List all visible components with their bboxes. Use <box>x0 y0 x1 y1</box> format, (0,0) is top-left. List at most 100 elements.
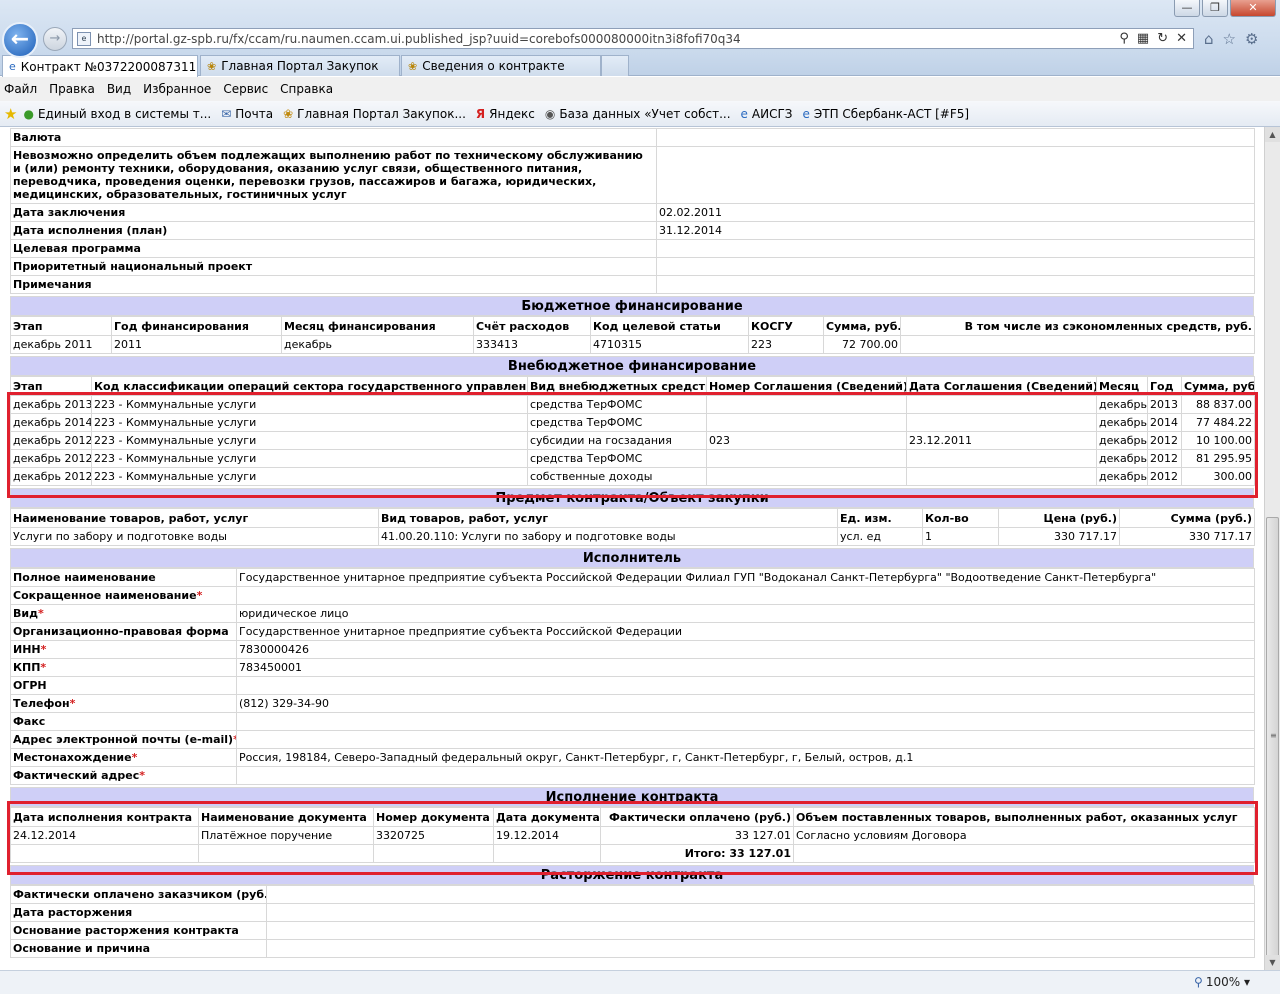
tab-label: Главная Портал Закупок <box>221 59 379 73</box>
home-icon[interactable]: ⌂ <box>1204 30 1214 48</box>
table-row: Местонахождение* Россия, 198184, Северо-З… <box>10 748 1255 767</box>
table-row: декабрь 2014 223 - Коммунальные услуги сре… <box>10 413 1255 432</box>
favorites-star-icon[interactable]: ☆ <box>1223 30 1236 48</box>
fav-item[interactable]: e ЭТП Сбербанк-АСТ [#F5] <box>802 107 969 121</box>
vertical-scrollbar[interactable]: ▲ ≡ ▼ <box>1264 127 1280 970</box>
emblem-icon: ❀ <box>207 59 217 73</box>
refresh-icon[interactable]: ↻ <box>1157 31 1168 46</box>
total-row: Итого: 33 127.01 <box>10 844 1255 863</box>
table-row: декабрь 2012 223 - Коммунальные услуги сре… <box>10 449 1255 468</box>
table-row: Телефон* (812) 329-34-90 <box>10 694 1255 713</box>
required-mark: * <box>69 697 76 710</box>
window-controls: — ❐ ✕ <box>1174 0 1276 17</box>
contract-details: Валюта Невозможно определить объем подле… <box>10 128 1255 958</box>
ie-icon: e <box>802 106 810 121</box>
status-bar: ⚲ 100% ▾ <box>0 970 1280 994</box>
zoom-icon: ⚲ <box>1194 975 1203 989</box>
scroll-up-icon[interactable]: ▲ <box>1265 127 1280 142</box>
required-mark: * <box>131 751 138 764</box>
section-title-budget: Бюджетное финансирование <box>10 296 1254 316</box>
tab-label: Контракт №0372200087311... <box>20 59 198 74</box>
table-row: декабрь 2013 223 - Коммунальные услуги сре… <box>10 395 1255 414</box>
tab-main-portal[interactable]: ❀ Главная Портал Закупок <box>200 55 400 76</box>
table-row: Целевая программа <box>10 239 1255 258</box>
menu-favorites[interactable]: Избранное <box>143 82 211 96</box>
tab-contract[interactable]: e Контракт №0372200087311... ✕ <box>2 55 198 77</box>
menu-help[interactable]: Справка <box>280 82 333 96</box>
url-text[interactable]: http://portal.gz-spb.ru/fx/ccam/ru.naume… <box>97 32 1119 46</box>
tab-contract-info[interactable]: ❀ Сведения о контракте <box>401 55 601 76</box>
executor-table: Полное наименование Государственное унита… <box>10 568 1255 785</box>
table-row: Примечания <box>10 275 1255 294</box>
fav-item[interactable]: e АИСГЗ <box>741 107 793 121</box>
navigation-bar: — ❐ ✕ ← → e http://portal.gz-spb.ru/fx/c… <box>0 0 1280 58</box>
section-title-extrabudget: Внебюджетное финансирование <box>10 356 1254 376</box>
table-row: Валюта <box>10 128 1255 147</box>
ie-icon: e <box>9 60 16 73</box>
menu-tools[interactable]: Сервис <box>223 82 268 96</box>
favorites-star-icon[interactable]: ★ <box>4 105 17 123</box>
total-value: Итого: 33 127.01 <box>600 844 794 863</box>
scroll-thumb[interactable]: ≡ <box>1266 517 1279 957</box>
required-mark: * <box>196 589 203 602</box>
required-mark: * <box>40 661 47 674</box>
emblem-icon: ❀ <box>408 59 418 73</box>
minimize-icon[interactable]: — <box>1174 0 1200 17</box>
page-icon: e <box>77 31 91 46</box>
fav-item[interactable]: ❀ Главная Портал Закупок... <box>283 107 466 121</box>
maximize-icon[interactable]: ❐ <box>1202 0 1228 17</box>
fav-item[interactable]: Я Яндекс <box>476 107 535 121</box>
table-header: Этап Код классификации операций сектора г… <box>10 376 1255 396</box>
stop-icon[interactable]: ✕ <box>1176 31 1187 46</box>
back-button[interactable]: ← <box>2 22 38 58</box>
compat-view-icon[interactable]: ▦ <box>1137 31 1149 46</box>
table-row: Основание и причина <box>10 939 1255 958</box>
table-row: Полное наименование Государственное унита… <box>10 568 1255 587</box>
fav-item[interactable]: ✉ Почта <box>221 107 273 121</box>
menu-file[interactable]: Файл <box>4 82 37 96</box>
section-title-subject: Предмет контракта/Объект закупки <box>10 488 1254 508</box>
gear-icon[interactable]: ⚙ <box>1245 30 1258 48</box>
table-header: Дата исполнения контракта Наименование до… <box>10 807 1255 827</box>
table-header: Наименование товаров, работ, услуг Вид то… <box>10 508 1255 528</box>
table-row: Дата расторжения <box>10 903 1255 922</box>
table-row: КПП* 783450001 <box>10 658 1255 677</box>
table-row: Дата исполнения (план) 31.12.2014 <box>10 221 1255 240</box>
table-row: Дата заключения 02.02.2011 <box>10 203 1255 222</box>
zoom-control[interactable]: ⚲ 100% ▾ <box>1194 975 1250 989</box>
tab-label: Сведения о контракте <box>422 59 565 73</box>
table-row: Организационно-правовая форма Государстве… <box>10 622 1255 641</box>
ie-icon: e <box>740 106 748 121</box>
fav-item[interactable]: ◉ База данных «Учет собст... <box>545 107 731 121</box>
forward-button[interactable]: → <box>43 27 67 51</box>
scroll-down-icon[interactable]: ▼ <box>1265 955 1280 970</box>
menu-edit[interactable]: Правка <box>49 82 95 96</box>
extrabudget-table: Этап Код классификации операций сектора г… <box>10 376 1255 486</box>
database-icon: ◉ <box>544 106 556 121</box>
table-row: декабрь 2012 223 - Коммунальные услуги соб… <box>10 467 1255 486</box>
table-header: Этап Год финансирования Месяц финансирован… <box>10 316 1255 336</box>
emblem-icon: ❀ <box>283 106 294 121</box>
browser-window: — ❐ ✕ ← → e http://portal.gz-spb.ru/fx/c… <box>0 0 1280 994</box>
grip-icon: ≡ <box>1270 731 1277 740</box>
table-row: Адрес электронной почты (e-mail)* <box>10 730 1255 749</box>
table-row: Факс <box>10 712 1255 731</box>
required-mark: * <box>40 643 47 656</box>
section-title-execution: Исполнение контракта <box>10 787 1254 807</box>
required-mark: * <box>139 769 146 782</box>
close-window-icon[interactable]: ✕ <box>1230 0 1276 17</box>
table-row: Основание расторжения контракта <box>10 921 1255 940</box>
favorites-bar: ★ ● Единый вход в системы т... ✉ Почта ❀ Гл… <box>0 101 1280 127</box>
section-title-executor: Исполнитель <box>10 548 1254 568</box>
address-bar[interactable]: e http://portal.gz-spb.ru/fx/ccam/ru.nau… <box>72 28 1194 49</box>
table-row: Приоритетный национальный проект <box>10 257 1255 276</box>
menu-bar: Файл Правка Вид Избранное Сервис Справка <box>0 77 1280 101</box>
browser-tools: ⌂ ☆ ⚙ <box>1204 30 1258 48</box>
search-icon[interactable]: ⚲ <box>1119 31 1129 46</box>
menu-view[interactable]: Вид <box>107 82 131 96</box>
table-row: Сокращенное наименование* <box>10 586 1255 605</box>
new-tab-button[interactable] <box>601 55 629 76</box>
table-row: Вид* юридическое лицо <box>10 604 1255 623</box>
fav-item[interactable]: ● Единый вход в системы т... <box>23 107 211 121</box>
table-row: декабрь 2012 223 - Коммунальные услуги суб… <box>10 431 1255 450</box>
